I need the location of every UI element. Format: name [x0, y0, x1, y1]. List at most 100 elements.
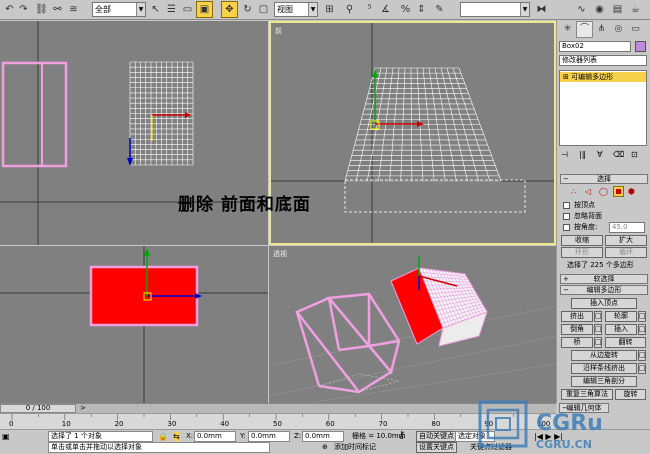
- next-frame-icon[interactable]: >: [80, 404, 86, 413]
- viewport-front[interactable]: 前: [269, 21, 556, 245]
- modifier-list-dropdown[interactable]: 修改器列表: [559, 55, 647, 66]
- snap-toggle-icon[interactable]: ⁵: [362, 2, 377, 17]
- insert-vertex-button[interactable]: 插入顶点: [571, 298, 637, 309]
- mirror-icon[interactable]: ⧓: [534, 2, 549, 17]
- percent-snap-icon[interactable]: %: [398, 2, 413, 17]
- inset-settings-icon[interactable]: □: [638, 324, 646, 335]
- undo-icon[interactable]: ↶: [2, 2, 17, 17]
- object-name-field[interactable]: Box02: [559, 41, 631, 52]
- loop-button[interactable]: 循环: [605, 247, 647, 258]
- angle-snap-icon[interactable]: ∡: [378, 2, 393, 17]
- select-link-icon[interactable]: ⛓: [34, 2, 49, 17]
- soft-selection-rollout-header[interactable]: + 软选择: [560, 274, 648, 284]
- go-to-end-icon[interactable]: ▶|: [554, 432, 563, 441]
- select-rotate-icon[interactable]: ↻: [240, 2, 255, 17]
- time-tag-icon[interactable]: ⊕: [322, 443, 328, 452]
- x-coordinate-field[interactable]: 0.0mm: [194, 431, 236, 442]
- edit-polygons-rollout-header[interactable]: − 编辑多边形: [560, 285, 648, 295]
- selection-rollout-header[interactable]: − 选择: [560, 174, 648, 184]
- absolute-mode-icon[interactable]: ⇆: [173, 432, 180, 441]
- play-icon[interactable]: ▶: [545, 432, 551, 441]
- lock-selection-icon[interactable]: 🔒: [158, 432, 168, 441]
- stack-item-editable-poly[interactable]: ⊞ 可编辑多边形: [560, 72, 646, 82]
- select-object-icon[interactable]: ↖: [148, 2, 163, 17]
- expand-icon[interactable]: ⊞: [563, 73, 569, 81]
- time-slider[interactable]: 0 / 100 >: [0, 403, 556, 413]
- select-manipulate-icon[interactable]: ⚲: [342, 2, 357, 17]
- select-scale-icon[interactable]: ▢: [256, 2, 271, 17]
- extrude-along-spline-button[interactable]: 沿样条线挤出: [571, 363, 637, 374]
- outline-settings-icon[interactable]: □: [638, 311, 646, 322]
- select-by-name-icon[interactable]: ☰: [164, 2, 179, 17]
- element-mode-icon[interactable]: ⬢: [628, 187, 635, 196]
- retriangulate-button[interactable]: 重复三角算法: [561, 389, 613, 400]
- stack-toolbar: ⊣ |‖ ∀ ⌫ ⊡: [559, 149, 647, 161]
- rectangular-selection-icon[interactable]: ▭: [180, 2, 195, 17]
- vertex-mode-icon[interactable]: ∴: [571, 187, 576, 196]
- spinner-snap-icon[interactable]: ⇕: [414, 2, 429, 17]
- viewport-left[interactable]: [0, 246, 268, 403]
- show-end-result-icon[interactable]: |‖: [579, 150, 586, 159]
- named-selection-dropdown[interactable]: ▼: [460, 2, 530, 17]
- extrude-button[interactable]: 挤出: [561, 311, 593, 322]
- key-icon[interactable]: ⚷: [398, 431, 405, 441]
- auto-key-button[interactable]: 自动关键点: [416, 431, 457, 442]
- turn-button[interactable]: 旋转: [615, 389, 646, 400]
- maxscript-listener-icon[interactable]: ▣: [2, 432, 10, 441]
- reference-coordinate-dropdown[interactable]: 视图 ▼: [274, 2, 318, 17]
- edit-named-selection-icon[interactable]: ✎: [432, 2, 447, 17]
- modify-tab-icon[interactable]: ⌒: [576, 21, 593, 38]
- grow-button[interactable]: 扩大: [605, 235, 647, 246]
- command-panel: ✳ ⌒ ⋔ ◎ ▭ Box02 修改器列表 ⊞ 可编辑多边形 ⊣ |‖ ∀ ⌫ …: [556, 20, 650, 403]
- by-angle-checkbox[interactable]: [563, 224, 570, 231]
- set-key-button[interactable]: 设置关键点: [416, 442, 457, 453]
- z-coordinate-field[interactable]: 0.0mm: [302, 431, 344, 442]
- pin-stack-icon[interactable]: ⊣: [561, 150, 568, 159]
- angle-input[interactable]: 45.0: [609, 222, 645, 233]
- bevel-button[interactable]: 倒角: [561, 324, 593, 335]
- by-vertex-checkbox[interactable]: [563, 202, 570, 209]
- time-slider-thumb[interactable]: 0 / 100: [0, 404, 76, 413]
- border-mode-icon[interactable]: ◯: [599, 187, 608, 196]
- bridge-button[interactable]: 桥: [561, 337, 593, 348]
- redo-icon[interactable]: ↷: [16, 2, 31, 17]
- hinge-settings-icon[interactable]: □: [638, 350, 646, 361]
- hierarchy-tab-icon[interactable]: ⋔: [594, 22, 609, 37]
- ring-button[interactable]: 环形: [561, 247, 603, 258]
- object-color-swatch[interactable]: [635, 41, 646, 52]
- polygon-mode-icon[interactable]: [613, 186, 624, 197]
- edge-mode-icon[interactable]: ◁: [585, 187, 591, 196]
- viewport-perspective[interactable]: 透视: [269, 246, 556, 403]
- add-time-tag-button[interactable]: 添加时间标记: [334, 443, 376, 452]
- remove-modifier-icon[interactable]: ⌫: [613, 150, 624, 159]
- select-move-icon[interactable]: ✥: [221, 1, 238, 18]
- extrude-spline-settings-icon[interactable]: □: [638, 363, 646, 374]
- selection-filter-dropdown[interactable]: 全部 ▼: [92, 2, 146, 17]
- shrink-button[interactable]: 收缩: [561, 235, 603, 246]
- render-setup-icon[interactable]: ▤: [610, 2, 625, 17]
- bevel-settings-icon[interactable]: □: [594, 324, 602, 335]
- unlink-icon[interactable]: ⚯: [50, 2, 65, 17]
- bind-spacewarp-icon[interactable]: ≋: [66, 2, 81, 17]
- make-unique-icon[interactable]: ∀: [597, 150, 602, 159]
- inset-button[interactable]: 插入: [605, 324, 637, 335]
- y-coordinate-field[interactable]: 0.0mm: [248, 431, 290, 442]
- bridge-settings-icon[interactable]: □: [594, 337, 602, 348]
- hinge-from-edge-button[interactable]: 从边旋转: [571, 350, 637, 361]
- window-crossing-icon[interactable]: ▣: [196, 1, 213, 18]
- display-tab-icon[interactable]: ▭: [628, 22, 643, 37]
- quick-render-icon[interactable]: ☕: [628, 2, 643, 17]
- extrude-settings-icon[interactable]: □: [594, 311, 602, 322]
- curve-editor-icon[interactable]: ∿: [574, 2, 589, 17]
- go-to-start-icon[interactable]: |◀: [534, 432, 543, 441]
- material-editor-icon[interactable]: ◉: [592, 2, 607, 17]
- flip-button[interactable]: 翻转: [605, 337, 646, 348]
- motion-tab-icon[interactable]: ◎: [611, 22, 626, 37]
- configure-sets-icon[interactable]: ⊡: [631, 150, 638, 159]
- ignore-backfacing-checkbox[interactable]: [563, 213, 570, 220]
- create-tab-icon[interactable]: ✳: [560, 22, 575, 37]
- pivot-center-icon[interactable]: ⊞: [322, 2, 337, 17]
- track-bar[interactable]: 0 10 20 30 40 50 60 70 80 90 100: [0, 413, 556, 429]
- outline-button[interactable]: 轮廓: [605, 311, 637, 322]
- edit-triangulation-button[interactable]: 编辑三角剖分: [571, 376, 637, 387]
